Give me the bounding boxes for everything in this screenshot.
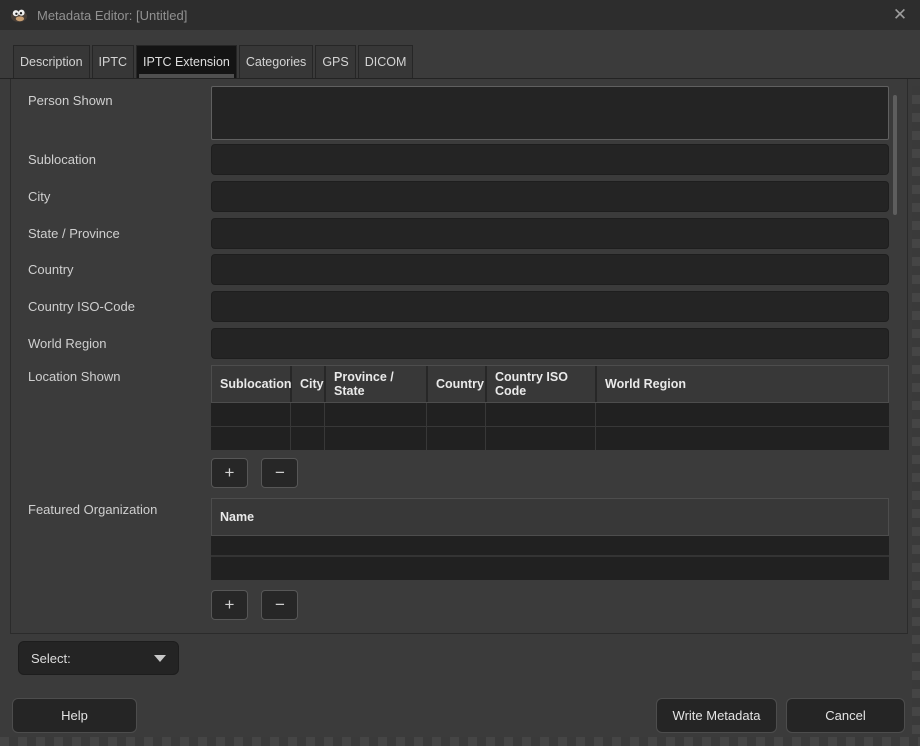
close-icon[interactable]: ✕: [886, 3, 914, 27]
world-region-row: World Region: [28, 328, 889, 359]
city-input[interactable]: [211, 181, 889, 212]
country-iso-code-label: Country ISO-Code: [28, 299, 211, 314]
tab-iptc[interactable]: IPTC: [92, 45, 134, 78]
table-row[interactable]: [211, 536, 889, 557]
location-shown-label: Location Shown: [28, 365, 211, 450]
country-label: Country: [28, 262, 211, 277]
minus-icon: −: [275, 596, 285, 613]
state-province-row: State / Province: [28, 218, 889, 249]
featured-organization-table-header: Name: [211, 498, 889, 536]
column-header-country[interactable]: Country: [428, 366, 487, 402]
tab-categories[interactable]: Categories: [239, 45, 313, 78]
help-button[interactable]: Help: [12, 698, 137, 733]
state-province-input[interactable]: [211, 218, 889, 249]
location-shown-section: Location Shown Sublocation City Province…: [28, 365, 889, 450]
world-region-label: World Region: [28, 336, 211, 351]
column-header-city[interactable]: City: [292, 366, 326, 402]
column-header-province-state[interactable]: Province / State: [326, 366, 428, 402]
featured-organization-section: Featured Organization Name: [28, 498, 889, 580]
write-metadata-button[interactable]: Write Metadata: [656, 698, 777, 733]
chevron-down-icon: [154, 655, 166, 662]
location-shown-table-header: Sublocation City Province / State Countr…: [211, 365, 889, 403]
window-title: Metadata Editor: [Untitled]: [37, 8, 187, 23]
minus-icon: −: [275, 464, 285, 481]
plus-icon: +: [225, 464, 235, 481]
remove-location-button[interactable]: −: [261, 458, 298, 488]
tab-iptc-extension[interactable]: IPTC Extension: [136, 45, 237, 78]
country-row: Country: [28, 254, 889, 285]
sublocation-input[interactable]: [211, 144, 889, 175]
table-row[interactable]: [211, 557, 889, 580]
featured-organization-label: Featured Organization: [28, 498, 211, 580]
tab-bar: Description IPTC IPTC Extension Categori…: [0, 30, 920, 79]
city-row: City: [28, 181, 889, 212]
select-dropdown[interactable]: Select:: [18, 641, 179, 675]
window-edge-pattern-bottom: [0, 737, 920, 746]
gimp-wilber-icon: [10, 7, 28, 23]
table-row[interactable]: [211, 427, 889, 450]
plus-icon: +: [225, 596, 235, 613]
column-header-country-iso-code[interactable]: Country ISO Code: [487, 366, 597, 402]
iptc-extension-panel: Person Shown Sublocation City State / Pr…: [10, 79, 908, 634]
sublocation-row: Sublocation: [28, 144, 889, 175]
tab-dicom[interactable]: DICOM: [358, 45, 414, 78]
person-shown-textarea[interactable]: [211, 86, 889, 140]
select-dropdown-label: Select:: [31, 651, 71, 666]
tab-description[interactable]: Description: [13, 45, 90, 78]
window-edge-pattern-right: [912, 86, 920, 737]
featured-organization-table: Name: [211, 498, 889, 580]
cancel-button[interactable]: Cancel: [786, 698, 905, 733]
column-header-name[interactable]: Name: [212, 499, 888, 535]
featured-organization-controls: + −: [28, 590, 889, 620]
location-shown-controls: + −: [28, 458, 889, 488]
sublocation-label: Sublocation: [28, 152, 211, 167]
person-shown-row: Person Shown: [28, 86, 889, 140]
person-shown-label: Person Shown: [28, 86, 211, 140]
country-iso-code-input[interactable]: [211, 291, 889, 322]
vertical-scrollbar-thumb[interactable]: [893, 95, 897, 215]
add-location-button[interactable]: +: [211, 458, 248, 488]
add-organization-button[interactable]: +: [211, 590, 248, 620]
metadata-editor-dialog: Metadata Editor: [Untitled] ✕ Descriptio…: [0, 0, 920, 746]
country-input[interactable]: [211, 254, 889, 285]
remove-organization-button[interactable]: −: [261, 590, 298, 620]
country-iso-code-row: Country ISO-Code: [28, 291, 889, 322]
world-region-input[interactable]: [211, 328, 889, 359]
city-label: City: [28, 189, 211, 204]
titlebar: Metadata Editor: [Untitled] ✕: [0, 0, 920, 30]
column-header-sublocation[interactable]: Sublocation: [212, 366, 292, 402]
location-shown-table: Sublocation City Province / State Countr…: [211, 365, 889, 450]
column-header-world-region[interactable]: World Region: [597, 366, 888, 402]
tab-gps[interactable]: GPS: [315, 45, 355, 78]
state-province-label: State / Province: [28, 226, 211, 241]
table-row[interactable]: [211, 403, 889, 427]
